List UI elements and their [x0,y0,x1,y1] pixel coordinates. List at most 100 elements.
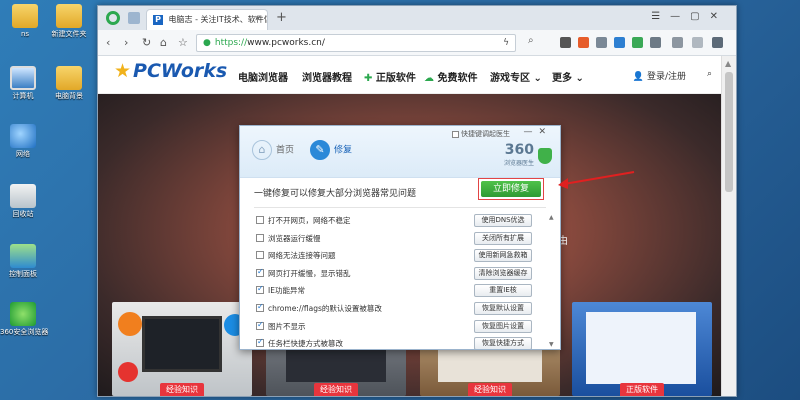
row-action-button[interactable]: 关闭所有扩展 [474,231,532,245]
square-icon[interactable] [614,37,625,48]
thumb-tag[interactable]: 正版软件 [620,383,664,396]
desktop-icon-computer[interactable]: 计算机 [0,66,46,101]
fix-now-button[interactable]: 立即修复 [478,178,544,200]
menu-icon[interactable] [712,37,723,48]
nav-more[interactable]: 更多 ⌄ [552,69,584,84]
site-header: ★ PCWorks 电脑浏览器 浏览器教程 ✚ 正版软件 ☁ 免费软件 游戏专区 … [98,56,736,94]
browser-logo-icon[interactable] [106,11,120,25]
extension-icon[interactable] [578,37,589,48]
wrench-icon: ✎ [310,140,330,160]
row-checkbox[interactable] [256,284,264,295]
refresh-icon[interactable]: ↻ [142,36,151,49]
desktop-icon-control-panel[interactable]: 控制面板 [0,244,46,279]
address-bar: ‹ › ↻ ⌂ ☆ ● https://www.pcworks.cn/ ϟ ⌕ [98,30,736,56]
url-scheme: https:// [214,38,248,48]
close-tab-icon[interactable]: ✕ [254,14,261,23]
shield-ext-icon[interactable] [632,37,643,48]
scroll-up-icon[interactable]: ▲ [549,214,554,221]
sidebar-toggle-icon[interactable] [128,12,140,24]
login-link[interactable]: 👤 登录/注册 [633,69,686,82]
nav-games[interactable]: 游戏专区 ⌄ [490,69,542,84]
row-action-button[interactable]: 恢复快捷方式 [474,337,532,349]
thumb-card[interactable]: 正版软件 [572,302,712,396]
screenshot-image [586,312,696,384]
list-item: 图片不显示恢复图片设置 [254,318,550,336]
thumb-tag[interactable]: 经验知识 [468,383,512,396]
hotkey-checkbox[interactable] [452,130,459,138]
list-item: 打不开网页，网络不稳定 使用DNS优选 [254,212,550,230]
list-item: 网页打开缓慢，显示错乱清除浏览器缓存 [254,265,550,283]
scissors-icon[interactable] [560,37,571,48]
desktop-icon-label: 控制面板 [9,270,37,278]
scrollbar-thumb[interactable] [725,72,733,192]
desktop-icon-label: 电脑背景 [55,92,83,100]
row-checkbox[interactable] [256,320,264,330]
scroll-down-icon[interactable]: ▼ [549,341,554,348]
firefox-icon [118,312,142,336]
tab-fix[interactable]: ✎ 修复 [310,140,352,160]
browser-360-icon [10,302,36,326]
divider [254,207,546,208]
home-icon: ⌂ [252,140,272,160]
desktop-icon-new-folder[interactable]: 新建文件夹 [46,4,92,39]
row-checkbox[interactable] [256,251,264,260]
row-checkbox[interactable] [256,267,264,277]
row-action-button[interactable]: 恢复默认设置 [474,301,532,315]
desktop-icon-ns[interactable]: ns [2,4,48,39]
grid-icon[interactable] [650,37,661,48]
nav-free[interactable]: ☁ 免费软件 [424,69,477,84]
window-icon[interactable] [596,37,607,48]
lock-icon: ● [203,38,211,48]
page-scrollbar[interactable]: ▲ [721,56,736,396]
row-action-button[interactable]: 恢复图片设置 [474,319,532,333]
scroll-up-icon[interactable]: ▲ [725,59,731,68]
desktop-icon-label: ns [20,30,30,38]
row-action-button[interactable]: 清除浏览器缓存 [474,266,532,280]
desktop-icon-recycle-bin[interactable]: 回收站 [0,184,46,219]
fix-list: 打不开网页，网络不稳定 使用DNS优选 浏览器运行缓慢 关闭所有扩展 网络无法连接等… [254,212,550,349]
window-controls[interactable]: ☰—▢✕ [651,11,728,22]
thumb-tag[interactable]: 经验知识 [160,383,204,396]
desktop-icon-network[interactable]: 网络 [0,124,46,159]
hotkey-option[interactable]: 快捷键调起医生 [452,129,510,139]
forward-icon[interactable]: › [124,36,128,49]
tab-pcworks[interactable]: P 电脑志 - 关注IT技术、软件信息... ✕ [146,9,268,30]
desktop-icon-wallpaper-folder[interactable]: 电脑背景 [46,66,92,101]
row-action-button[interactable]: 使用DNS优选 [474,214,532,227]
nav-tutorial[interactable]: 浏览器教程 [302,69,352,84]
laptop-image [142,316,222,372]
bookmark-icon[interactable]: ☆ [178,36,188,49]
thumb-card[interactable]: 经验知识 [112,302,252,396]
url-input[interactable]: ● https://www.pcworks.cn/ ϟ [196,34,516,52]
row-action-button[interactable]: 重置IE核 [474,284,532,298]
tab-home[interactable]: ⌂ 首页 [252,140,294,160]
search-icon[interactable]: ⌕ [707,69,712,79]
desktop-icon-label: 回收站 [12,210,34,218]
lightning-icon[interactable]: ϟ [503,38,509,48]
computer-icon [10,66,36,90]
back-icon[interactable]: ‹ [106,36,110,49]
row-checkbox[interactable] [256,233,264,242]
download-icon[interactable] [672,37,683,48]
dialog-header: ⌂ 首页 ✎ 修复 快捷键调起医生 —✕ 360 浏览器医生 [240,126,560,178]
row-checkbox[interactable] [256,302,264,312]
home-icon[interactable]: ⌂ [160,36,167,49]
folder-icon [56,4,82,28]
desktop-icon-label: 360安全浏览器 [0,328,49,336]
dialog-window-controls[interactable]: —✕ [523,127,552,137]
nav-browser[interactable]: 电脑浏览器 [238,69,288,84]
desktop-icon-360-browser[interactable]: 360安全浏览器 [0,302,49,337]
folder-icon [56,66,82,90]
row-action-button[interactable]: 使用新网急救箱 [474,249,532,263]
network-icon [10,124,36,148]
shield-icon [538,148,552,164]
new-tab-button[interactable]: + [276,10,287,25]
row-checkbox[interactable] [256,337,264,348]
search-icon[interactable]: ⌕ [528,35,534,46]
undo-icon[interactable] [692,37,703,48]
dialog-scrollbar[interactable]: ▲ ▼ [549,214,556,348]
nav-genuine[interactable]: ✚ 正版软件 [364,69,416,84]
thumb-tag[interactable]: 经验知识 [314,383,358,396]
site-logo[interactable]: ★ PCWorks [114,60,227,82]
row-checkbox[interactable] [256,216,264,224]
